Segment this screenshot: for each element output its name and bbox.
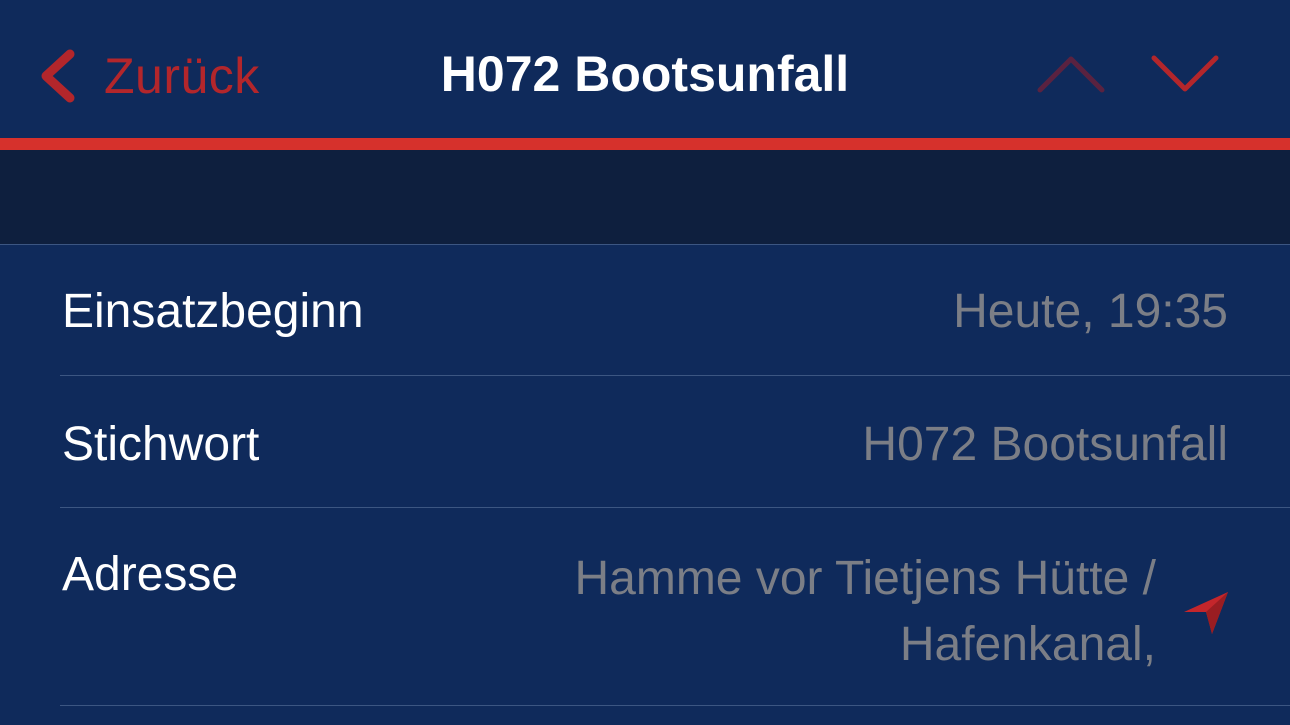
row-label: Einsatzbeginn (62, 285, 364, 338)
section-header (0, 150, 1290, 245)
details-list: Einsatzbeginn Heute, 19:35 Stichwort H07… (0, 245, 1290, 706)
chevron-down-icon (1150, 50, 1220, 98)
row-label: Adresse (62, 548, 239, 601)
row-value: Heute, 19:35 (953, 285, 1228, 338)
detail-row-einsatzbeginn: Einsatzbeginn Heute, 19:35 (0, 245, 1290, 376)
row-label: Stichwort (62, 418, 260, 471)
address-value: Hamme vor Tietjens Hütte / Hafenkanal, (574, 552, 1156, 671)
chevron-up-icon (1036, 50, 1106, 98)
detail-row-adresse[interactable]: Adresse Hamme vor Tietjens Hütte / Hafen… (0, 508, 1290, 706)
accent-divider (0, 138, 1290, 150)
location-arrow-icon[interactable] (1182, 590, 1230, 638)
next-item-button[interactable] (1150, 50, 1220, 98)
row-value: H072 Bootsunfall (862, 418, 1228, 471)
row-separator (60, 705, 1290, 706)
previous-item-button[interactable] (1036, 50, 1106, 98)
detail-row-stichwort: Stichwort H072 Bootsunfall (0, 376, 1290, 508)
navigation-bar: Zurück H072 Bootsunfall (0, 0, 1290, 138)
